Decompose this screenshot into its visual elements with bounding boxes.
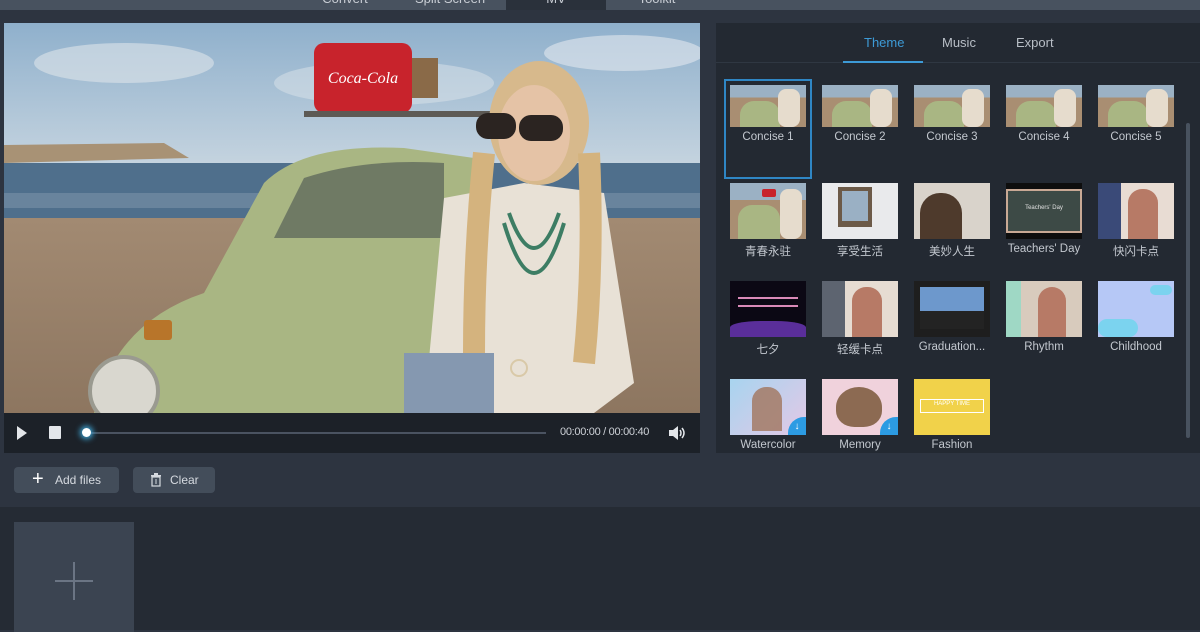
theme-thumbnail [730, 281, 806, 337]
theme-label: 享受生活 [837, 246, 883, 258]
theme-scrollbar[interactable] [1186, 123, 1190, 438]
teachers-day-thumb-text: Teachers' Day [1025, 205, 1063, 211]
theme-thumbnail [730, 85, 806, 127]
theme-label: 轻缓卡点 [837, 344, 883, 356]
volume-icon[interactable] [668, 425, 686, 441]
download-icon[interactable]: ↓ [880, 417, 898, 435]
panel-tabs: Theme Music Export [716, 23, 1200, 63]
theme-label: Memory [839, 439, 881, 451]
theme-label: Graduation... [918, 341, 986, 353]
theme-label: Rhythm [1024, 341, 1064, 353]
download-icon[interactable]: ↓ [788, 417, 806, 435]
theme-panel: Theme Music Export Concise 1 Concise 2 C… [716, 23, 1200, 453]
roof-box-logo: Coca-Cola [328, 70, 398, 87]
plus-icon: + [32, 468, 44, 490]
theme-label: 快闪卡点 [1113, 246, 1159, 258]
theme-label: 七夕 [756, 344, 780, 356]
theme-item[interactable]: Rhythm [1002, 277, 1086, 373]
theme-thumbnail: ↓ [730, 379, 806, 435]
theme-thumbnail [1098, 85, 1174, 127]
theme-label: Concise 5 [1110, 131, 1162, 143]
tab-split-screen[interactable]: Split Screen [400, 0, 500, 10]
theme-thumbnail [1006, 85, 1082, 127]
time-display: 00:00:00 / 00:00:40 [560, 426, 650, 438]
theme-item[interactable]: Teachers' Day Teachers' Day [1002, 179, 1086, 275]
theme-label: Concise 2 [834, 131, 886, 143]
theme-item[interactable]: Childhood [1094, 277, 1178, 373]
fashion-thumb-text: HAPPY TIME [933, 401, 971, 407]
theme-item[interactable]: Concise 5 [1094, 81, 1178, 177]
theme-thumbnail [822, 183, 898, 239]
progress-track[interactable] [86, 432, 546, 434]
theme-item[interactable]: Concise 3 [910, 81, 994, 177]
theme-thumbnail: Teachers' Day [1006, 183, 1082, 239]
clear-button[interactable]: Clear [133, 467, 215, 493]
theme-thumbnail [914, 183, 990, 239]
tab-export[interactable]: Export [1016, 35, 1054, 50]
progress-handle[interactable] [82, 428, 91, 437]
theme-label: Concise 1 [742, 131, 794, 143]
tab-convert[interactable]: Convert [300, 0, 390, 10]
media-strip [0, 507, 1200, 632]
tab-music[interactable]: Music [942, 35, 976, 50]
theme-item[interactable]: 七夕 [726, 277, 810, 373]
video-preview[interactable]: Coca-Cola [4, 23, 700, 413]
preview-image: Coca-Cola [4, 23, 700, 413]
add-files-button[interactable]: + Add files [14, 467, 119, 493]
theme-item[interactable]: Concise 4 [1002, 81, 1086, 177]
theme-item[interactable]: 美妙人生 [910, 179, 994, 275]
theme-label: Watercolor [740, 439, 796, 451]
theme-thumbnail [730, 183, 806, 239]
theme-item[interactable]: Concise 1 [724, 79, 812, 179]
theme-item[interactable]: Graduation... [910, 277, 994, 373]
add-files-label: Add files [55, 473, 102, 487]
theme-label: Fashion [931, 439, 973, 451]
clear-label: Clear [170, 473, 199, 487]
theme-label: 美妙人生 [929, 246, 975, 258]
theme-thumbnail [1098, 281, 1174, 337]
top-tab-bar: Convert Split Screen MV Toolkit [0, 0, 1200, 10]
tab-mv[interactable]: MV [506, 0, 606, 10]
theme-thumbnail: ↓ [822, 379, 898, 435]
theme-label: Teachers' Day [1007, 243, 1081, 255]
tab-theme[interactable]: Theme [864, 35, 904, 50]
trash-icon [151, 473, 161, 487]
theme-label: Concise 4 [1018, 131, 1070, 143]
theme-item[interactable]: 享受生活 [818, 179, 902, 275]
theme-thumbnail [822, 85, 898, 127]
theme-label: 青春永驻 [745, 246, 791, 258]
media-toolbar: + Add files Clear [0, 455, 1200, 507]
theme-item[interactable]: 轻缓卡点 [818, 277, 902, 373]
stop-icon[interactable] [49, 426, 61, 439]
theme-item[interactable]: 青春永驻 [726, 179, 810, 275]
tab-toolkit[interactable]: Toolkit [612, 0, 702, 10]
theme-thumbnail [822, 281, 898, 337]
active-tab-indicator [843, 61, 923, 63]
theme-thumbnail: HAPPY TIME [914, 379, 990, 435]
theme-thumbnail [1098, 183, 1174, 239]
theme-label: Concise 3 [926, 131, 978, 143]
theme-label: Childhood [1110, 341, 1162, 353]
theme-thumbnail [914, 85, 990, 127]
theme-item[interactable]: 快闪卡点 [1094, 179, 1178, 275]
play-icon[interactable] [16, 425, 28, 441]
theme-thumbnail [914, 281, 990, 337]
player-controls: 00:00:00 / 00:00:40 [4, 413, 700, 453]
add-media-slot[interactable] [14, 522, 134, 632]
theme-thumbnail [1006, 281, 1082, 337]
theme-item[interactable]: Concise 2 [818, 81, 902, 177]
